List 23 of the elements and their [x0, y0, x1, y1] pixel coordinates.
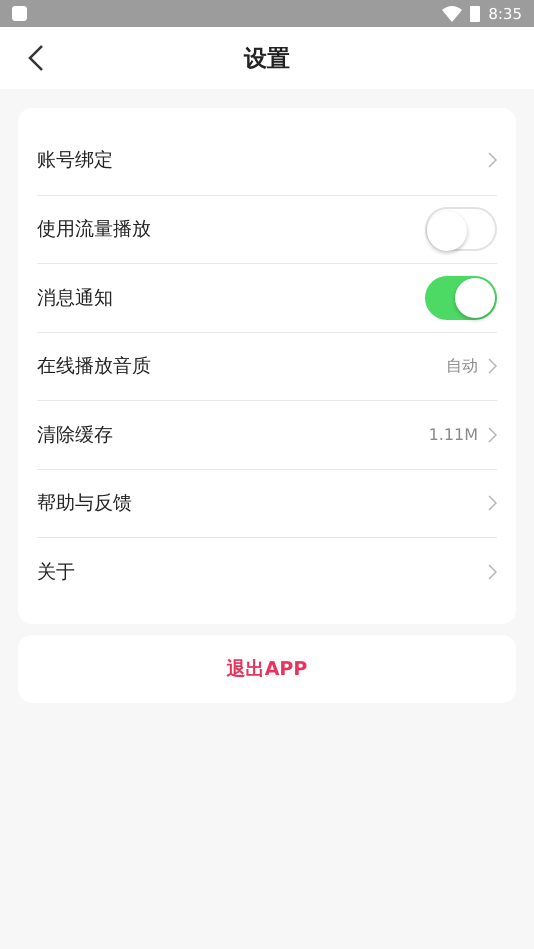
- chevron-right-icon: [488, 152, 497, 168]
- chevron-right-icon: [488, 358, 497, 374]
- logout-button[interactable]: 退出APP: [18, 634, 516, 702]
- setting-label[interactable]: 在线播放音质: [37, 353, 151, 380]
- chevron-right-icon: [488, 426, 497, 443]
- setting-label: 消息通知: [37, 286, 113, 311]
- wifi-icon: [442, 6, 462, 22]
- page-title: 设置: [244, 44, 290, 74]
- chevron-right-icon: [488, 495, 497, 512]
- notification-icon: [12, 6, 27, 21]
- setting-label[interactable]: 关于: [37, 558, 75, 585]
- status-time: 8:35: [488, 4, 522, 22]
- setting-label: 使用流量播放: [37, 217, 151, 242]
- battery-icon: [470, 5, 480, 22]
- toggle-switch[interactable]: [425, 276, 497, 320]
- setting-value: 自动: [446, 356, 478, 377]
- setting-label[interactable]: 帮助与反馈: [37, 490, 132, 516]
- setting-label[interactable]: 账号绑定: [37, 147, 113, 174]
- setting-label[interactable]: 清除缓存: [37, 422, 113, 448]
- chevron-right-icon: [488, 564, 497, 580]
- back-icon: [28, 45, 44, 71]
- setting-value: 1.11M: [428, 425, 478, 444]
- toggle-switch[interactable]: [425, 207, 497, 252]
